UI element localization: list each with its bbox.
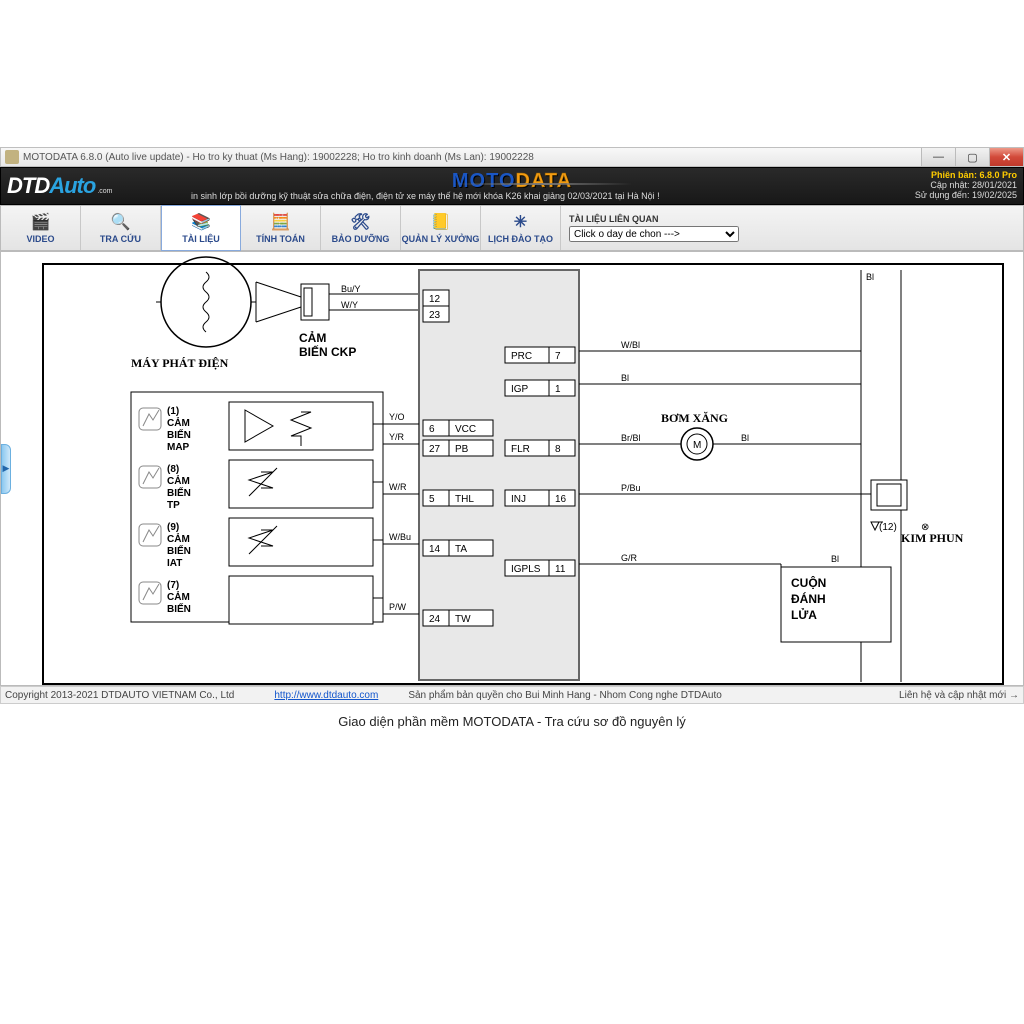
svg-text:27: 27	[429, 444, 441, 455]
toolbar-icon: 🧮	[270, 212, 292, 232]
svg-text:Y/R: Y/R	[389, 432, 405, 442]
svg-text:INJ: INJ	[511, 494, 526, 505]
wiring-diagram: MÁY PHÁT ĐIỆN Bu/Y W/Y CẢMBIẾN CKP 12 23 P…	[1, 252, 1024, 686]
status-contact[interactable]: Liên hệ và cập nhật mới →	[899, 690, 1019, 701]
svg-text:IGPLS: IGPLS	[511, 564, 541, 575]
svg-text:THL: THL	[455, 494, 474, 505]
toolbar-icon: ✳	[510, 212, 532, 232]
svg-text:12: 12	[429, 294, 441, 305]
toolbar-bảo-dưỡng[interactable]: 🛠BẢO DƯỠNG	[321, 206, 401, 250]
product-logo: MOTODATA	[452, 170, 572, 193]
svg-text:8: 8	[555, 444, 561, 455]
svg-text:IGP: IGP	[511, 384, 529, 395]
svg-text:M: M	[693, 440, 701, 451]
svg-text:W/Y: W/Y	[341, 300, 358, 310]
window-titlebar: MOTODATA 6.8.0 (Auto live update) - Ho t…	[0, 147, 1024, 167]
label-generator: MÁY PHÁT ĐIỆN	[131, 356, 229, 370]
svg-text:W/Bl: W/Bl	[621, 340, 640, 350]
version-info: Phiên bản: 6.8.0 Pro Cập nhật: 28/01/202…	[915, 170, 1017, 200]
toolbar-icon: 📒	[430, 212, 452, 232]
brand-logo: DTDAuto.com	[7, 173, 112, 199]
svg-text:TW: TW	[455, 614, 471, 625]
label-injector: KIM PHUN	[901, 531, 964, 545]
label-fuel-pump: BƠM XĂNG	[661, 411, 728, 425]
toolbar-tài-liệu[interactable]: 📚TÀI LIỆU	[161, 205, 241, 251]
svg-text:Y/O: Y/O	[389, 412, 405, 422]
minimize-button[interactable]: —	[921, 148, 955, 166]
related-select[interactable]: Click o day de chon --->	[569, 226, 739, 242]
app-icon	[5, 150, 19, 164]
toolbar-lịch-đào-tạo[interactable]: ✳LỊCH ĐÀO TẠO	[481, 206, 561, 250]
toolbar-icon: 🔍	[110, 212, 132, 232]
svg-text:11: 11	[555, 564, 566, 575]
svg-text:P/W: P/W	[389, 602, 407, 612]
svg-text:P/Bu: P/Bu	[621, 483, 641, 493]
toolbar-quản-lý-xưởng[interactable]: 📒QUẢN LÝ XƯỞNG	[401, 206, 481, 250]
toolbar-icon: 🎬	[30, 212, 52, 232]
svg-text:PRC: PRC	[511, 351, 532, 362]
main-toolbar: 🎬VIDEO🔍TRA CỨU📚TÀI LIỆU🧮TÍNH TOÁN🛠BẢO DƯ…	[0, 205, 1024, 251]
toolbar-icon: 📚	[190, 212, 212, 232]
status-license: Sản phẩm bản quyền cho Bui Minh Hang - N…	[408, 690, 722, 701]
svg-text:FLR: FLR	[511, 444, 530, 455]
window-title: MOTODATA 6.8.0 (Auto live update) - Ho t…	[23, 152, 921, 163]
svg-text:VCC: VCC	[455, 424, 476, 435]
svg-text:23: 23	[429, 310, 441, 321]
banner-subtitle: in sinh lớp bồi dưỡng kỹ thuật sửa chữa …	[191, 191, 660, 201]
svg-text:14: 14	[429, 544, 441, 555]
svg-text:G/R: G/R	[621, 553, 638, 563]
diagram-viewport[interactable]: ▶ MÁY PHÁT ĐIỆN Bu/Y W/Y CẢMBIẾN CKP	[0, 251, 1024, 686]
toolbar-icon: 🛠	[350, 212, 372, 232]
svg-text:7: 7	[555, 351, 561, 362]
svg-text:6: 6	[429, 424, 435, 435]
svg-text:1: 1	[555, 384, 561, 395]
svg-text:Bl: Bl	[741, 433, 749, 443]
close-button[interactable]: ✕	[989, 148, 1023, 166]
app-banner: DTDAuto.com in sinh lớp bồi dưỡng kỹ thu…	[0, 167, 1024, 205]
status-url[interactable]: http://www.dtdauto.com	[274, 690, 378, 701]
status-copyright: Copyright 2013-2021 DTDAUTO VIETNAM Co.,…	[5, 690, 234, 701]
svg-text:TA: TA	[455, 544, 467, 555]
svg-text:16: 16	[555, 494, 567, 505]
svg-text:Bu/Y: Bu/Y	[341, 284, 361, 294]
svg-text:W/Bu: W/Bu	[389, 532, 411, 542]
svg-text:(12): (12)	[879, 522, 897, 533]
svg-text:W/R: W/R	[389, 482, 407, 492]
svg-text:⊗: ⊗	[921, 522, 929, 533]
svg-text:Bl: Bl	[866, 272, 874, 282]
svg-text:Br/Bl: Br/Bl	[621, 433, 641, 443]
svg-text:Bl: Bl	[831, 554, 839, 564]
toolbar-tính-toán[interactable]: 🧮TÍNH TOÁN	[241, 206, 321, 250]
status-bar: Copyright 2013-2021 DTDAUTO VIETNAM Co.,…	[0, 686, 1024, 704]
maximize-button[interactable]: ▢	[955, 148, 989, 166]
svg-text:Bl: Bl	[621, 373, 629, 383]
svg-text:5: 5	[429, 494, 435, 505]
toolbar-tra-cứu[interactable]: 🔍TRA CỨU	[81, 206, 161, 250]
svg-text:24: 24	[429, 614, 441, 625]
svg-text:CẢMBIẾN CKP: CẢMBIẾN CKP	[299, 330, 356, 359]
related-docs: TÀI LIỆU LIÊN QUAN Click o day de chon -…	[569, 206, 739, 250]
svg-text:PB: PB	[455, 444, 469, 455]
app-window: MOTODATA 6.8.0 (Auto live update) - Ho t…	[0, 147, 1024, 704]
toolbar-video[interactable]: 🎬VIDEO	[1, 206, 81, 250]
image-caption: Giao diện phần mềm MOTODATA - Tra cứu sơ…	[0, 704, 1024, 739]
